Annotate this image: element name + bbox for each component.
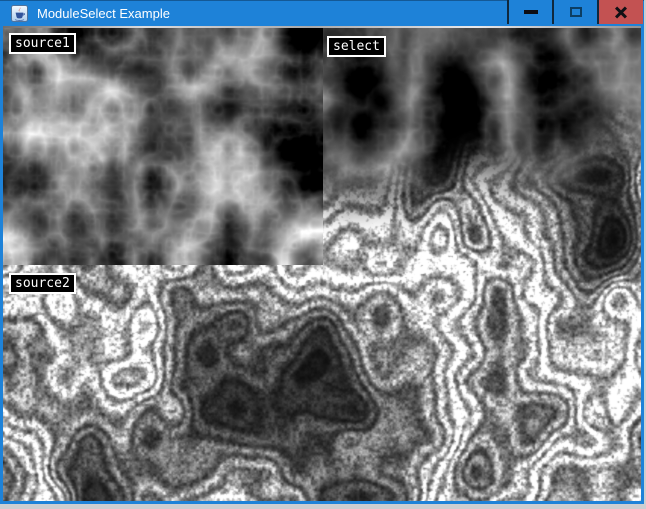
java-app-icon [11,5,28,22]
title-bar[interactable]: ModuleSelect Example [0,0,644,26]
source2-label: source2 [9,273,76,294]
close-icon [614,5,628,19]
render-area: source1 select source2 [0,26,644,504]
minimize-icon [524,10,538,14]
window-title: ModuleSelect Example [37,6,170,21]
window-controls [507,0,643,24]
source1-label: source1 [9,33,76,54]
desktop-background: ModuleSelect Example source1 select sour… [0,0,646,509]
close-button[interactable] [597,0,643,24]
source2-noise-image [3,265,641,501]
select-label: select [327,36,386,57]
content-top-edge [3,26,641,28]
minimize-button[interactable] [507,0,552,24]
app-window: ModuleSelect Example source1 select sour… [0,0,644,504]
maximize-button[interactable] [552,0,597,24]
source1-noise-image [3,26,323,265]
maximize-icon [570,7,582,17]
